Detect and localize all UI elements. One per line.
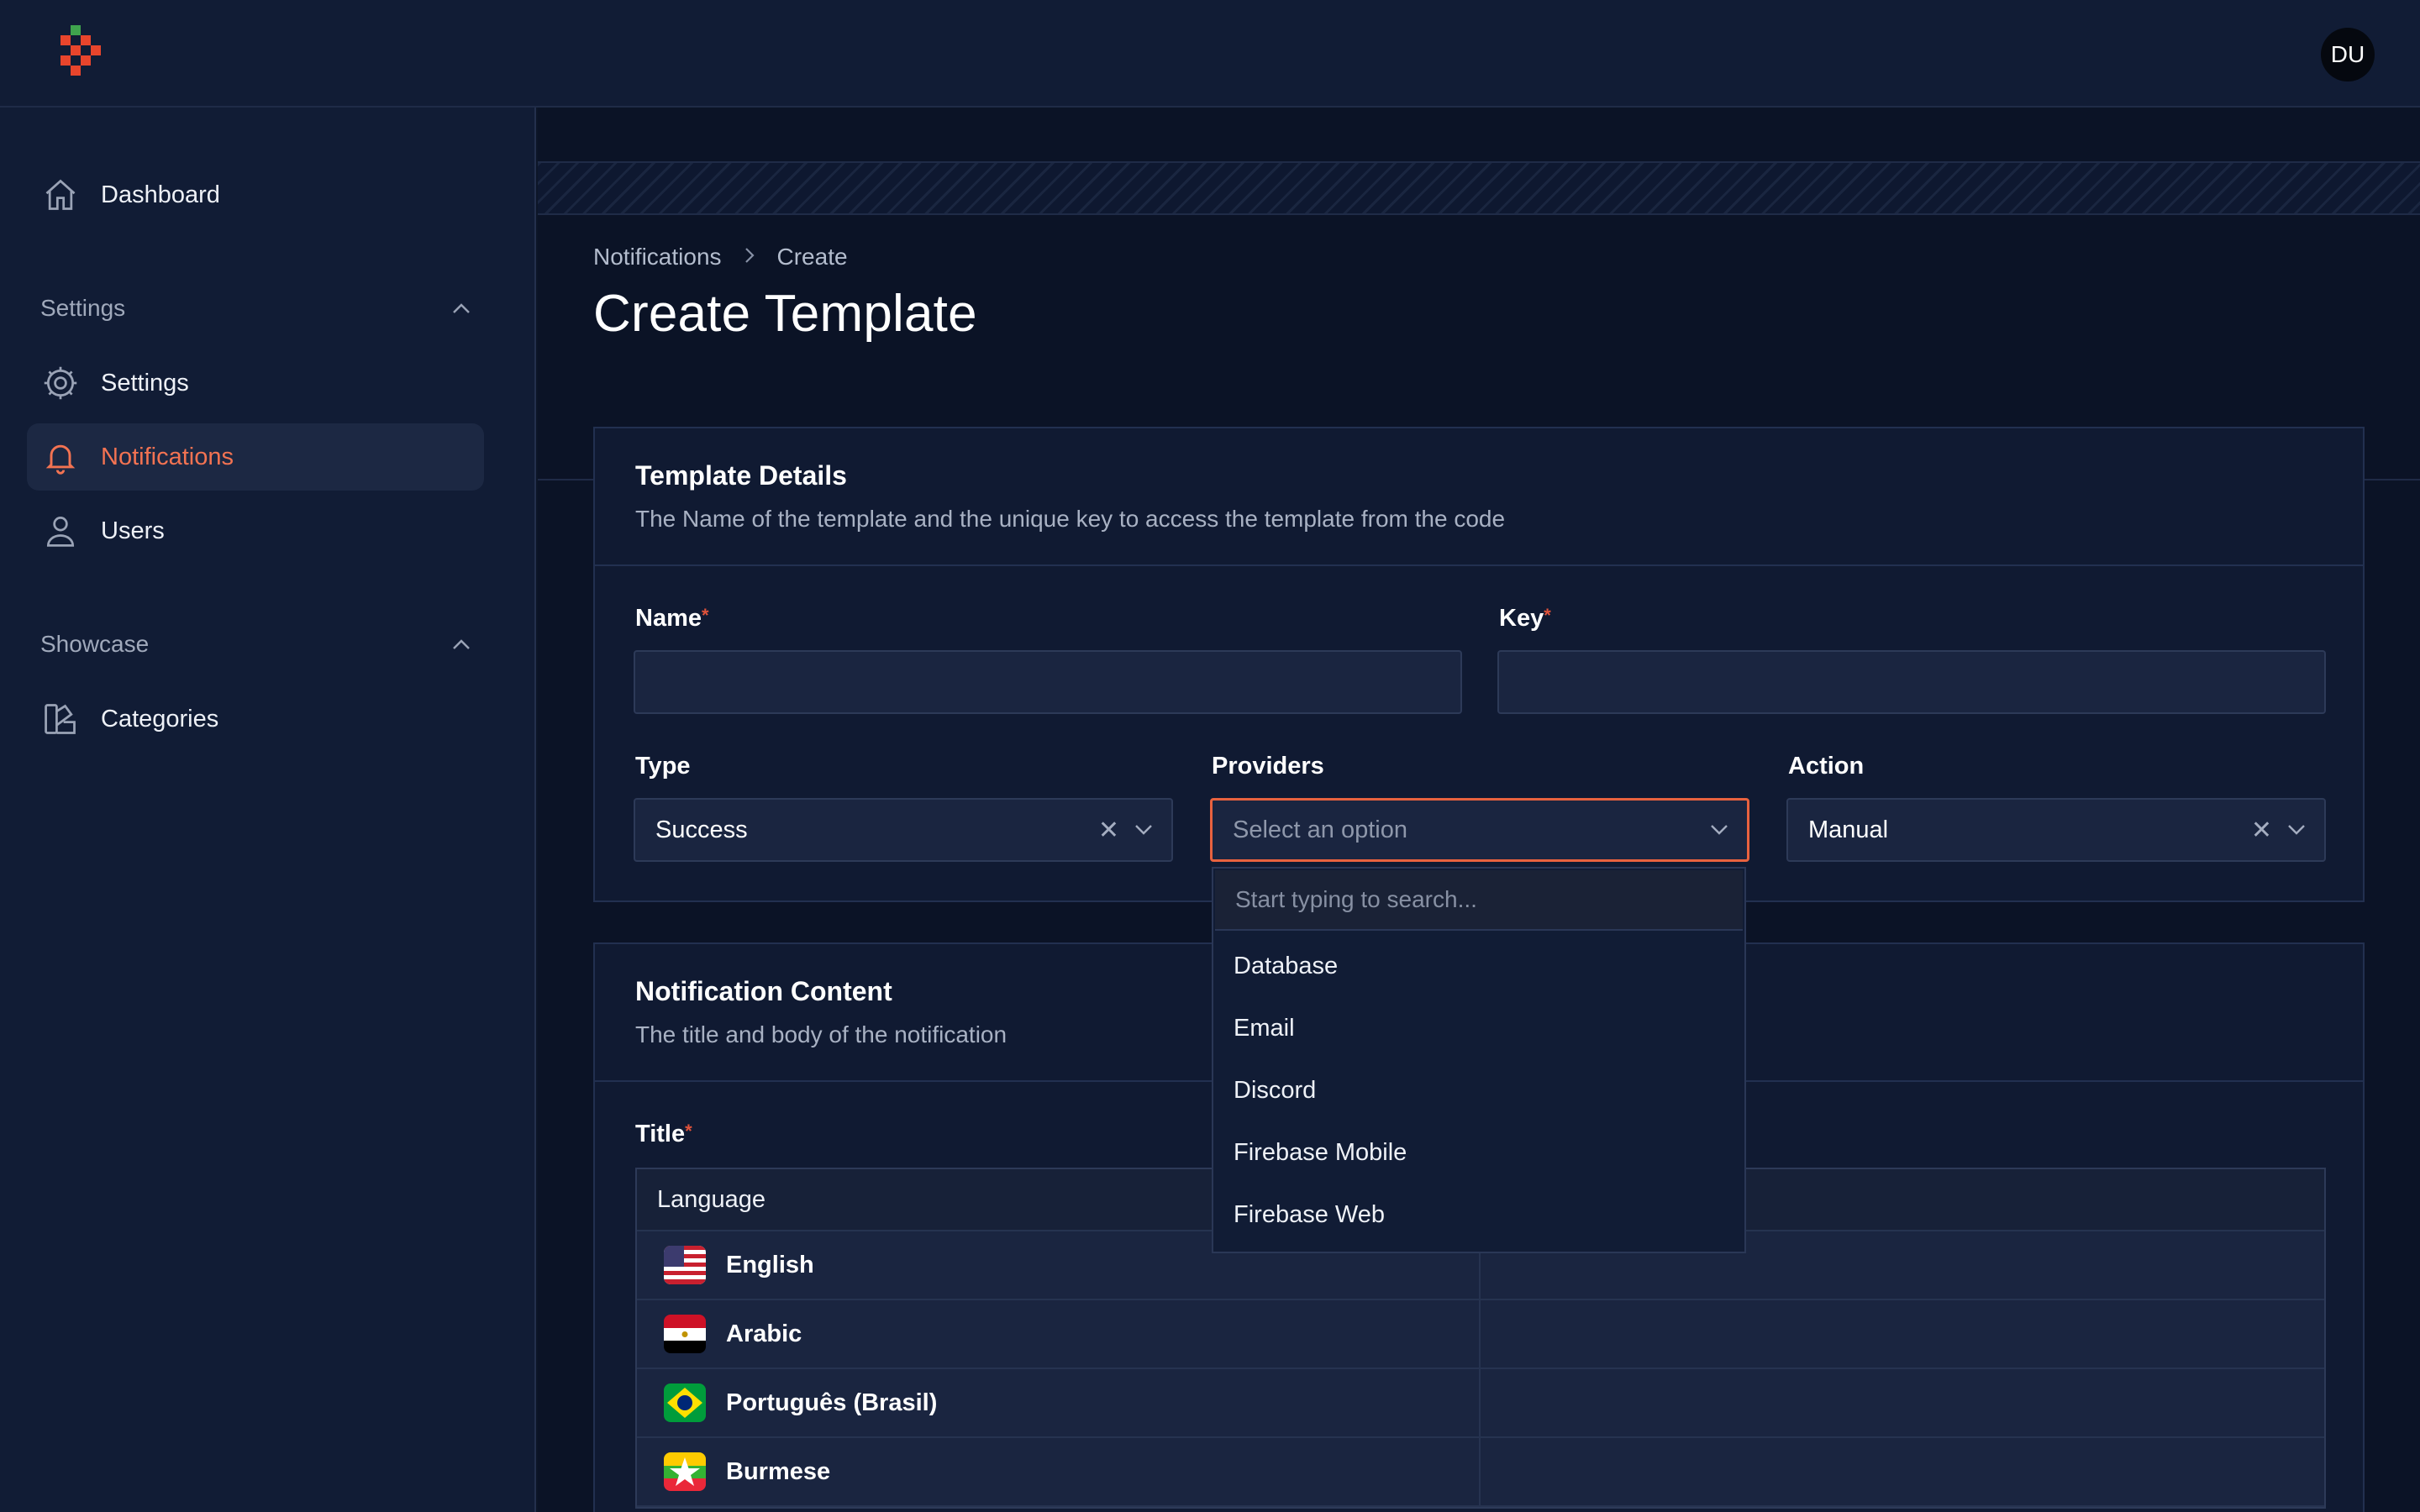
language-name: Português (Brasil): [726, 1389, 938, 1416]
sidebar-group-label: Settings: [40, 295, 126, 321]
chevron-right-icon: [744, 244, 755, 270]
action-select-value: Manual: [1808, 816, 1889, 843]
providers-select-placeholder: Select an option: [1233, 816, 1407, 843]
title-label-text: Title: [635, 1121, 686, 1147]
sidebar-group-settings[interactable]: Settings: [40, 287, 471, 329]
clear-icon[interactable]: ✕: [2251, 816, 2272, 845]
action-label: Action: [1788, 753, 1865, 780]
clear-icon[interactable]: ✕: [1098, 816, 1119, 845]
table-row[interactable]: Burmese: [637, 1438, 2324, 1507]
gear-icon: [40, 363, 81, 403]
brazil-flag-icon: [664, 1383, 706, 1422]
language-name: Arabic: [726, 1320, 802, 1347]
title-label: Title*: [635, 1121, 692, 1148]
language-cell: Burmese: [637, 1438, 1481, 1505]
breadcrumb-current: Create: [776, 244, 848, 270]
sidebar-item-label: Notifications: [101, 443, 234, 470]
providers-label: Providers: [1212, 753, 1324, 780]
sidebar-item-label: Categories: [101, 705, 219, 732]
name-label-text: Name: [635, 605, 702, 632]
providers-dropdown: Start typing to search... Database Email…: [1212, 867, 1746, 1253]
type-label: Type: [635, 753, 691, 780]
table-row[interactable]: Arabic: [637, 1300, 2324, 1369]
name-label: Name*: [635, 605, 709, 633]
sidebar-item-dashboard[interactable]: Dashboard: [27, 161, 484, 228]
sidebar-item-label: Dashboard: [101, 181, 220, 208]
language-cell: Português (Brasil): [637, 1369, 1481, 1436]
providers-select[interactable]: Select an option: [1210, 798, 1749, 862]
dropdown-option-email[interactable]: Email: [1234, 1015, 1295, 1042]
sidebar-item-categories[interactable]: Categories: [27, 685, 484, 753]
egypt-flag-icon: [664, 1315, 706, 1353]
breadcrumb-parent-link[interactable]: Notifications: [593, 244, 722, 270]
providers-search-input[interactable]: Start typing to search...: [1215, 870, 1743, 931]
template-details-section: Template Details The Name of the templat…: [593, 427, 2365, 902]
chevron-down-icon[interactable]: [1134, 824, 1153, 836]
sidebar-item-users[interactable]: Users: [27, 497, 484, 564]
top-bar: DU: [0, 0, 2420, 108]
chevron-up-icon[interactable]: [452, 638, 471, 650]
sidebar-item-notifications[interactable]: Notifications: [27, 423, 484, 491]
section-description: The Name of the template and the unique …: [635, 506, 1506, 532]
myanmar-flag-icon: [664, 1452, 706, 1491]
app-logo-icon[interactable]: [55, 25, 106, 84]
section-title: Template Details: [635, 460, 847, 491]
sidebar-item-label: Users: [101, 517, 165, 544]
type-select[interactable]: Success ✕: [634, 798, 1173, 862]
dropdown-option-firebase-web[interactable]: Firebase Web: [1234, 1201, 1385, 1229]
chevron-down-icon[interactable]: [1710, 824, 1728, 836]
dropdown-option-database[interactable]: Database: [1234, 953, 1338, 980]
table-header-language: Language: [657, 1185, 766, 1213]
sidebar-item-settings[interactable]: Settings: [27, 349, 484, 417]
user-icon: [40, 511, 81, 551]
chevron-up-icon[interactable]: [452, 302, 471, 314]
swatch-icon: [40, 699, 81, 739]
required-mark: *: [685, 1121, 692, 1142]
decorative-stripes: [538, 161, 2420, 215]
section-description: The title and body of the notification: [635, 1021, 1007, 1047]
main-content: Notifications Create Create Template Tem…: [538, 108, 2420, 1512]
sidebar: Dashboard Settings Settings Notification…: [0, 108, 536, 1512]
key-label: Key*: [1499, 605, 1551, 633]
sidebar-item-label: Settings: [101, 369, 189, 396]
required-mark: *: [1544, 605, 1551, 626]
required-mark: *: [702, 605, 709, 626]
dropdown-option-firebase-mobile[interactable]: Firebase Mobile: [1234, 1139, 1407, 1167]
section-header: [595, 428, 2363, 566]
sidebar-group-showcase[interactable]: Showcase: [40, 623, 471, 665]
dropdown-option-discord[interactable]: Discord: [1234, 1077, 1316, 1105]
page-title: Create Template: [593, 285, 977, 343]
user-avatar[interactable]: DU: [2321, 28, 2375, 81]
home-icon: [40, 175, 81, 215]
chevron-down-icon[interactable]: [2287, 824, 2306, 836]
key-input[interactable]: [1497, 650, 2326, 714]
search-placeholder: Start typing to search...: [1235, 886, 1477, 912]
action-select[interactable]: Manual ✕: [1786, 798, 2326, 862]
sidebar-group-label: Showcase: [40, 631, 150, 657]
bell-icon: [40, 437, 81, 477]
language-name: English: [726, 1251, 814, 1278]
section-title: Notification Content: [635, 976, 892, 1006]
name-input[interactable]: [634, 650, 1462, 714]
key-label-text: Key: [1499, 605, 1544, 632]
language-cell: Arabic: [637, 1300, 1481, 1368]
type-select-value: Success: [655, 816, 748, 843]
language-name: Burmese: [726, 1457, 831, 1485]
us-flag-icon: [664, 1246, 706, 1284]
breadcrumb: Notifications Create: [593, 244, 848, 270]
table-row[interactable]: Português (Brasil): [637, 1369, 2324, 1438]
